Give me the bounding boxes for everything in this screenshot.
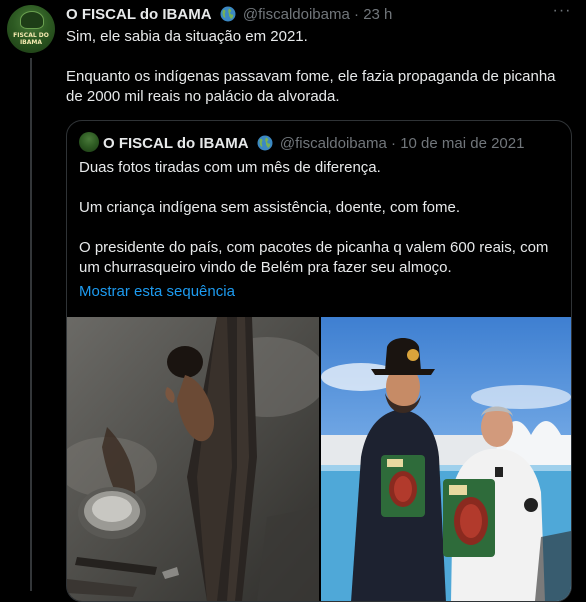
author-avatar[interactable]: FISCAL DO IBAMA (7, 5, 55, 53)
quoted-paragraph: O presidente do país, com pacotes de pic… (79, 239, 549, 276)
separator-dot: · (391, 135, 397, 152)
quoted-paragraph: Um criança indígena sem assistência, doe… (79, 199, 461, 216)
avatar-text: FISCAL DO IBAMA (13, 32, 49, 46)
photo-grid (67, 317, 571, 601)
globe-emoji-icon (220, 6, 236, 22)
show-thread-link[interactable]: Mostrar esta sequência (79, 282, 235, 302)
separator-dot: · (354, 6, 360, 23)
tweet-paragraph: Enquanto os indígenas passavam fome, ele… (66, 68, 556, 105)
thread-line (30, 58, 32, 591)
tweet-text: Sim, ele sabia da situação em 2021. Enqu… (66, 27, 576, 107)
quoted-paragraph: Duas fotos tiradas com um mês de diferen… (79, 159, 381, 176)
more-icon[interactable]: ··· (552, 3, 572, 24)
quoted-author-handle: @fiscaldoibama (279, 135, 387, 152)
quoted-author-name: O FISCAL do IBAMA (103, 135, 249, 152)
tweet[interactable]: FISCAL DO IBAMA O FISCAL do IBAMA @fisca… (0, 0, 586, 602)
quoted-text: Duas fotos tiradas com um mês de diferen… (79, 158, 559, 278)
quoted-date: 10 de mai de 2021 (400, 135, 525, 152)
globe-emoji-icon (257, 135, 273, 151)
tweet-paragraph: Sim, ele sabia da situação em 2021. (66, 28, 308, 45)
tweet-time[interactable]: 23 h (363, 6, 392, 23)
quoted-header: O FISCAL do IBAMA @fiscaldoibama · 10 de… (79, 132, 524, 152)
avatar-helmet-shape (20, 11, 44, 29)
photo-president-with-picanha[interactable] (321, 317, 571, 601)
photo-child-in-hammock[interactable] (67, 317, 319, 601)
author-name[interactable]: O FISCAL do IBAMA (66, 6, 212, 23)
quoted-avatar (79, 132, 99, 152)
author-handle[interactable]: @fiscaldoibama (243, 6, 350, 23)
tweet-header: O FISCAL do IBAMA @fiscaldoibama · 23 h (66, 5, 392, 25)
quoted-tweet[interactable]: O FISCAL do IBAMA @fiscaldoibama · 10 de… (66, 120, 572, 602)
